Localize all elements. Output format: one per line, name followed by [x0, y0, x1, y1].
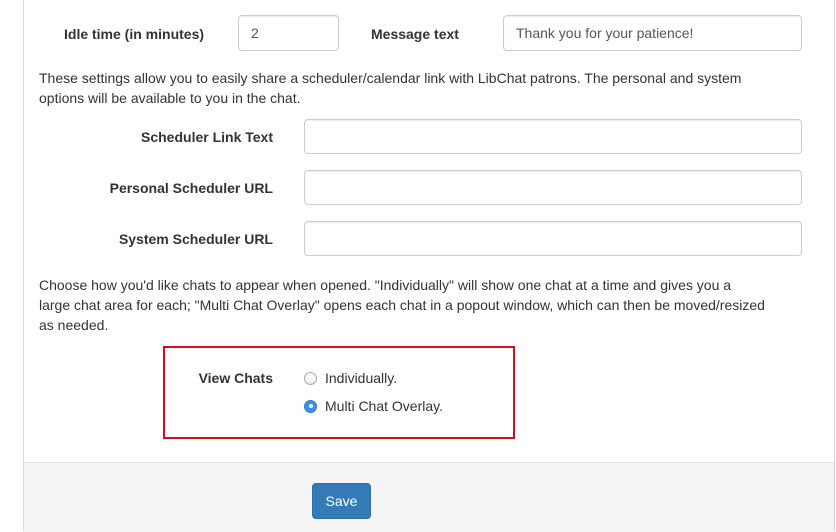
scheduler-link-text-input[interactable]	[304, 119, 802, 154]
message-text-input[interactable]	[503, 15, 802, 51]
scheduler-intro-line-2: options will be available to you in the …	[39, 90, 301, 106]
personal-scheduler-url-label: Personal Scheduler URL	[109, 180, 273, 196]
message-text-label: Message text	[371, 26, 459, 42]
radio-option-multi-chat-overlay[interactable]: Multi Chat Overlay.	[304, 398, 443, 414]
personal-scheduler-url-input[interactable]	[304, 170, 802, 205]
system-scheduler-url-input[interactable]	[304, 221, 802, 256]
idle-time-input[interactable]	[238, 15, 339, 51]
view-intro-line-1: Choose how you'd like chats to appear wh…	[39, 277, 732, 293]
form-footer	[24, 462, 834, 532]
idle-time-label: Idle time (in minutes)	[64, 26, 205, 42]
radio-label-multi-chat-overlay[interactable]: Multi Chat Overlay.	[325, 398, 443, 414]
system-scheduler-url-label: System Scheduler URL	[118, 231, 273, 247]
scheduler-link-text-label: Scheduler Link Text	[141, 129, 273, 145]
view-chats-highlight-box	[163, 346, 515, 439]
radio-option-individually[interactable]: Individually.	[304, 370, 397, 386]
radio-button-unchecked[interactable]	[304, 371, 317, 385]
radio-button-checked[interactable]	[304, 399, 317, 413]
scheduler-intro-line-1: These settings allow you to easily share…	[39, 70, 742, 86]
radio-label-individually[interactable]: Individually.	[325, 370, 397, 386]
view-intro-line-3: as needed.	[39, 317, 109, 333]
save-button[interactable]: Save	[312, 483, 371, 519]
view-chats-label: View Chats	[198, 370, 273, 386]
view-intro-line-2: large chat area for each; "Multi Chat Ov…	[39, 297, 765, 313]
